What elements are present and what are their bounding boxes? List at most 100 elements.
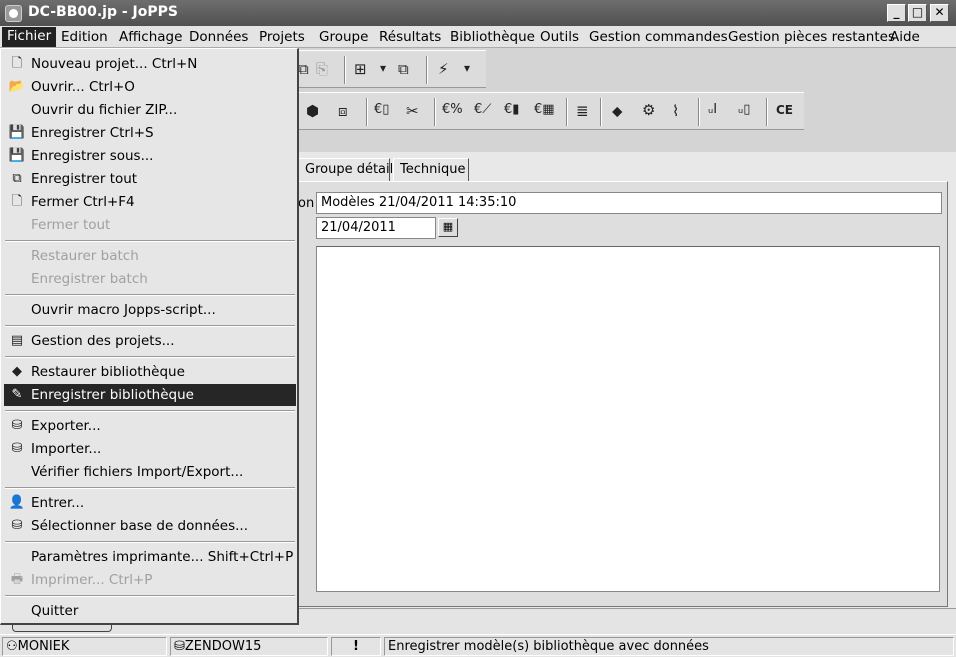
menu-item-save-all[interactable]: ⧉ Enregistrer tout xyxy=(4,168,296,190)
menu-gestion-commandes[interactable]: Gestion commandes xyxy=(586,29,731,45)
toolbar-separator xyxy=(426,56,428,84)
user-login-icon: 👤 xyxy=(8,495,26,510)
grid-icon[interactable]: ⊞ xyxy=(354,60,367,78)
menu-separator xyxy=(5,240,295,242)
description-field[interactable]: Modèles 21/04/2011 14:35:10 xyxy=(316,192,942,214)
menu-item-label: Enregistrer sous... xyxy=(31,148,154,164)
profile-icon[interactable]: ⧈ xyxy=(338,102,348,120)
menu-item-label: Nouveau projet... Ctrl+N xyxy=(31,56,198,72)
notes-textarea[interactable] xyxy=(316,246,940,592)
menu-edition[interactable]: Edition xyxy=(58,29,111,45)
ce-mark-icon[interactable]: CE xyxy=(776,103,793,117)
copy-icon[interactable]: ⧉ xyxy=(298,60,309,78)
project-manager-icon: ▤ xyxy=(10,333,24,348)
paste-icon[interactable]: ⎘ xyxy=(316,60,328,78)
tab-technique[interactable]: Technique xyxy=(393,158,469,182)
euro-profile-icon[interactable]: €▯ xyxy=(374,102,389,117)
menu-separator xyxy=(5,325,295,327)
menu-item-print[interactable]: 🖶 Imprimer... Ctrl+P xyxy=(4,569,296,591)
menu-item-open-macro[interactable]: Ouvrir macro Jopps-script... xyxy=(4,299,296,321)
menu-affichage[interactable]: Affichage xyxy=(116,29,185,45)
save-all-icon: ⧉ xyxy=(12,171,22,186)
minimize-button[interactable]: _ xyxy=(887,4,906,22)
menu-item-open-zip[interactable]: Ouvrir du fichier ZIP... xyxy=(4,99,296,121)
menu-separator xyxy=(5,356,295,358)
toolbar-separator xyxy=(366,98,368,126)
arrow-icon[interactable]: ⬥ xyxy=(612,102,623,120)
menu-item-open[interactable]: 📂 Ouvrir... Ctrl+O xyxy=(4,76,296,98)
date-field[interactable]: 21/04/2011 xyxy=(316,217,436,239)
toolbar-standard: ⧉ ⎘ ⊞ ▾ ⧉ ⚡ ▾ xyxy=(296,50,486,88)
menu-donnees[interactable]: Données xyxy=(186,29,251,45)
measure-profile-icon[interactable]: ᵤ▯ xyxy=(738,102,750,117)
euro-percent-icon[interactable]: €% xyxy=(442,102,463,117)
new-project-icon: 🗋 xyxy=(11,56,23,71)
toolbar-separator xyxy=(600,98,602,126)
stack-icon[interactable]: ≣ xyxy=(576,102,589,120)
menu-item-import[interactable]: ⛁ Importer... xyxy=(4,438,296,460)
menu-outils[interactable]: Outils xyxy=(537,29,582,45)
cube-icon[interactable]: ⬢ xyxy=(306,102,319,120)
menu-item-label: Quitter xyxy=(31,603,79,619)
status-message: Enregistrer modèle(s) bibliothèque avec … xyxy=(384,637,954,656)
menu-item-label: Gestion des projets... xyxy=(31,333,175,349)
menu-item-login[interactable]: 👤 Entrer... xyxy=(4,492,296,514)
menu-projets[interactable]: Projets xyxy=(256,29,308,45)
menu-separator xyxy=(5,541,295,543)
euro-chart-icon[interactable]: €⟋ xyxy=(474,102,491,117)
menu-item-close-all[interactable]: Fermer tout xyxy=(4,214,296,236)
close-button[interactable]: ✕ xyxy=(930,4,949,22)
menu-item-label: Importer... xyxy=(31,441,102,457)
drill-icon[interactable]: ⌇ xyxy=(672,102,679,120)
menu-item-label: Vérifier fichiers Import/Export... xyxy=(31,464,244,480)
menu-item-label: Ouvrir du fichier ZIP... xyxy=(31,102,178,118)
menu-item-printer-settings[interactable]: Paramètres imprimante... Shift+Ctrl+P xyxy=(4,546,296,568)
status-bar: ⚇MONIEK ⛁ZENDOW15 ! Enregistrer modèle(s… xyxy=(0,634,956,657)
gear-icon[interactable]: ⚙ xyxy=(642,101,655,119)
tab-groupe-detail[interactable]: Groupe détail xyxy=(298,158,393,182)
menu-bibliotheque[interactable]: Bibliothèque xyxy=(447,29,538,45)
windows-icon[interactable]: ⧉ xyxy=(398,60,409,78)
maximize-button[interactable]: □ xyxy=(908,4,927,22)
menu-item-close[interactable]: 🗋 Fermer Ctrl+F4 xyxy=(4,191,296,213)
menu-item-export[interactable]: ⛁ Exporter... xyxy=(4,415,296,437)
menu-item-verify-import-export[interactable]: Vérifier fichiers Import/Export... xyxy=(4,461,296,483)
status-alert-icon: ! xyxy=(331,637,381,656)
menu-item-project-management[interactable]: ▤ Gestion des projets... xyxy=(4,330,296,352)
menu-item-label: Enregistrer batch xyxy=(31,271,148,287)
dropdown-arrow-icon[interactable]: ▾ xyxy=(464,61,470,75)
status-user: ⚇MONIEK xyxy=(2,637,167,656)
measure-icon[interactable]: ᵤI xyxy=(708,102,717,117)
menu-item-save-library[interactable]: ✎ Enregistrer bibliothèque xyxy=(4,384,296,406)
calendar-icon[interactable]: ▦ xyxy=(438,218,458,237)
description-label: on xyxy=(298,196,315,211)
menu-gestion-pieces-restantes[interactable]: Gestion pièces restantes xyxy=(725,29,898,45)
toolbar-separator xyxy=(344,56,346,84)
menu-aide[interactable]: Aide xyxy=(887,29,923,45)
menu-fichier[interactable]: Fichier xyxy=(2,27,57,47)
user-icon: ⚇ xyxy=(6,639,18,654)
menu-item-label: Fermer Ctrl+F4 xyxy=(31,194,135,210)
menu-groupe[interactable]: Groupe xyxy=(316,29,371,45)
menu-item-restore-library[interactable]: ◆ Restaurer bibliothèque xyxy=(4,361,296,383)
euro-cut-icon[interactable]: ✂ xyxy=(406,102,419,120)
menu-resultats[interactable]: Résultats xyxy=(376,29,444,45)
euro-table-icon[interactable]: €▦ xyxy=(534,102,555,117)
window-title: DC-BB00.jp - JoPPS xyxy=(28,4,178,20)
menu-item-save-batch[interactable]: Enregistrer batch xyxy=(4,268,296,290)
menu-item-restore-batch[interactable]: Restaurer batch xyxy=(4,245,296,267)
menu-item-quit[interactable]: Quitter xyxy=(4,600,296,622)
menu-item-save-as[interactable]: 💾 Enregistrer sous... xyxy=(4,145,296,167)
menu-item-label: Paramètres imprimante... Shift+Ctrl+P xyxy=(31,549,294,565)
euro-bar-icon[interactable]: €▮ xyxy=(504,102,519,117)
toolbar-separator xyxy=(766,98,768,126)
lightning-icon[interactable]: ⚡ xyxy=(438,60,449,78)
menu-item-select-database[interactable]: ⛁ Sélectionner base de données... xyxy=(4,515,296,537)
menu-item-new-project[interactable]: 🗋 Nouveau projet... Ctrl+N xyxy=(4,53,296,75)
menu-item-save[interactable]: 💾 Enregistrer Ctrl+S xyxy=(4,122,296,144)
toolbar-modules: ⬢ ⧈ €▯ ✂ €% €⟋ €▮ €▦ ≣ ⬥ ⚙ ⌇ ᵤI ᵤ▯ CE xyxy=(296,92,804,130)
title-bar: DC-BB00.jp - JoPPS _ □ ✕ xyxy=(0,0,956,26)
dropdown-arrow-icon[interactable]: ▾ xyxy=(380,61,386,75)
save-as-icon: 💾 xyxy=(8,148,26,163)
open-folder-icon: 📂 xyxy=(8,79,26,94)
